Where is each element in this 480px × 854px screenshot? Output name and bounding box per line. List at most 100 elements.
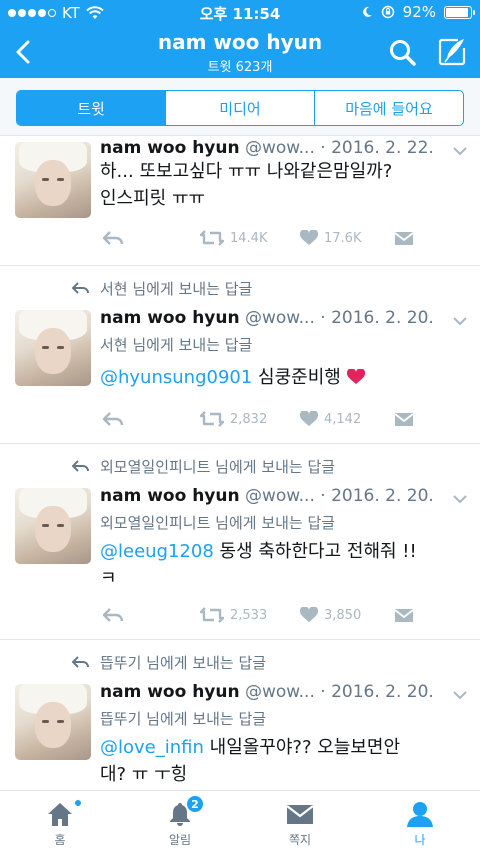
reply-icon <box>102 608 124 622</box>
rotation-lock-icon <box>381 5 394 19</box>
tweet-header: nam woo hyun @wow... · 2016. 2. 20. <box>100 308 464 328</box>
tweet-text: 하... 또보고싶다 ㅠㅠ 나와같은맘일까? 인스피릿 ㅠㅠ <box>100 158 456 212</box>
bottom-tab-bar: 홈 2 알림 쪽지 나 <box>0 790 480 854</box>
tweet-text-line: 동생 축하한다고 전해줘 !! <box>213 541 417 562</box>
tweet-date[interactable]: 2016. 2. 20. <box>331 308 434 328</box>
reply-icon <box>72 655 89 668</box>
envelope-icon <box>394 232 414 245</box>
separator: · <box>320 138 326 158</box>
tab-tweets[interactable]: 트윗 <box>17 91 166 125</box>
person-icon <box>407 802 433 827</box>
tweet-actions: 2,533 3,850 <box>100 607 440 629</box>
separator: · <box>320 486 326 506</box>
dm-share-button[interactable] <box>394 607 414 623</box>
reply-button[interactable] <box>102 411 124 427</box>
chevron-down-icon[interactable] <box>452 146 468 156</box>
dm-share-button[interactable] <box>394 230 414 246</box>
tweet-item[interactable]: nam woo hyun @wow... · 2016. 2. 22. 하...… <box>0 136 480 266</box>
avatar[interactable] <box>15 488 91 564</box>
retweet-button[interactable]: 2,832 <box>200 411 267 427</box>
mention-link[interactable]: @hyunsung0901 <box>100 367 252 388</box>
author-handle[interactable]: @wow... <box>245 486 315 506</box>
mention-link[interactable]: @leeug1208 <box>100 541 214 562</box>
tabbar-me[interactable]: 나 <box>360 791 480 854</box>
reply-context[interactable]: 서현 님에게 보내는 답글 <box>72 278 252 299</box>
chevron-down-icon[interactable] <box>452 494 468 504</box>
tweet-header: nam woo hyun @wow... · 2016. 2. 20. <box>100 682 464 702</box>
retweet-count: 2,832 <box>230 411 268 427</box>
like-button[interactable]: 3,850 <box>300 607 361 623</box>
reply-context[interactable]: 외모열일인피니트 님에게 보내는 답글 <box>72 456 335 477</box>
envelope-icon <box>286 805 314 824</box>
tweet-text-line: 심쿵준비행 <box>252 367 341 388</box>
retweet-icon <box>200 230 224 246</box>
retweet-count: 14.4K <box>230 230 268 246</box>
avatar[interactable] <box>15 142 91 218</box>
tweet-item[interactable]: 뜹뚜기 님에게 보내는 답글 nam woo hyun @wow... · 20… <box>0 640 480 790</box>
tweet-date[interactable]: 2016. 2. 20. <box>331 486 434 506</box>
replying-to-line[interactable]: 서현 님에게 보내는 답글 <box>100 334 252 355</box>
reply-context-text: 서현 님에게 보내는 답글 <box>100 280 253 298</box>
like-count: 3,850 <box>324 607 362 623</box>
author-name[interactable]: nam woo hyun <box>100 138 240 158</box>
reply-icon <box>72 281 89 294</box>
replying-to-line[interactable]: 뜹뚜기 님에게 보내는 답글 <box>100 708 266 729</box>
author-handle[interactable]: @wow... <box>245 138 315 158</box>
home-icon <box>48 803 72 826</box>
dm-share-button[interactable] <box>394 411 414 427</box>
compose-tweet-icon[interactable] <box>436 36 468 68</box>
tabbar-label: 나 <box>414 833 426 847</box>
tweet-text-line: 내일올꾸야?? 오늘보면안 <box>203 737 401 758</box>
tweet-text: @leeug1208 동생 축하한다고 전해줘 !! ㅋ <box>100 538 456 592</box>
mention-link[interactable]: @love_infin <box>100 737 204 758</box>
avatar[interactable] <box>15 684 91 760</box>
tweet-text: @love_infin 내일올꾸야?? 오늘보면안 대? ㅠ ㅜ힝 <box>100 734 456 788</box>
tabbar-label: 홈 <box>54 833 66 847</box>
author-name[interactable]: nam woo hyun <box>100 486 240 506</box>
reply-icon <box>72 459 89 472</box>
tabbar-messages[interactable]: 쪽지 <box>240 791 360 854</box>
reply-button[interactable] <box>102 607 124 623</box>
search-icon[interactable] <box>388 38 418 68</box>
tweet-header: nam woo hyun @wow... · 2016. 2. 20. <box>100 486 464 506</box>
chevron-down-icon[interactable] <box>452 316 468 326</box>
reply-context-text: 외모열일인피니트 님에게 보내는 답글 <box>100 458 336 476</box>
tab-likes[interactable]: 마음에 들어요 <box>315 91 463 125</box>
tabbar-notifications[interactable]: 2 알림 <box>120 791 240 854</box>
tabbar-home[interactable]: 홈 <box>0 791 120 854</box>
separator: · <box>320 682 326 702</box>
tweet-date[interactable]: 2016. 2. 20. <box>331 682 434 702</box>
tweet-date[interactable]: 2016. 2. 22. <box>331 138 434 158</box>
unread-dot <box>74 799 82 807</box>
retweet-icon <box>200 607 224 623</box>
author-handle[interactable]: @wow... <box>245 308 315 328</box>
moon-icon <box>362 6 372 17</box>
reply-button[interactable] <box>102 230 124 246</box>
envelope-icon <box>394 609 414 622</box>
tweet-text: @hyunsung0901 심쿵준비행 <box>100 364 456 391</box>
heart-icon <box>300 230 318 245</box>
tab-media[interactable]: 미디어 <box>166 91 315 125</box>
retweet-button[interactable]: 14.4K <box>200 230 267 246</box>
envelope-icon <box>394 413 414 426</box>
red-heart-emoji-icon <box>346 369 365 384</box>
like-button[interactable]: 4,142 <box>300 411 361 427</box>
author-name[interactable]: nam woo hyun <box>100 308 240 328</box>
chevron-down-icon[interactable] <box>452 690 468 700</box>
author-name[interactable]: nam woo hyun <box>100 682 240 702</box>
reply-context[interactable]: 뜹뚜기 님에게 보내는 답글 <box>72 652 266 673</box>
replying-to-line[interactable]: 외모열일인피니트 님에게 보내는 답글 <box>100 512 335 533</box>
like-button[interactable]: 17.6K <box>300 230 361 246</box>
battery-percent: 92% <box>402 3 436 21</box>
avatar[interactable] <box>15 310 91 386</box>
author-handle[interactable]: @wow... <box>245 682 315 702</box>
tweet-timeline[interactable]: nam woo hyun @wow... · 2016. 2. 22. 하...… <box>0 136 480 790</box>
segmented-control: 트윗 미디어 마음에 들어요 <box>16 90 464 126</box>
profile-tabs: 트윗 미디어 마음에 들어요 <box>0 78 480 136</box>
tweet-text-line: 인스피릿 ㅠㅠ <box>100 188 206 209</box>
tweet-text-line: ㅋ <box>100 568 117 589</box>
tabbar-label: 알림 <box>168 833 192 847</box>
tweet-item[interactable]: 서현 님에게 보내는 답글 nam woo hyun @wow... · 201… <box>0 266 480 444</box>
retweet-button[interactable]: 2,533 <box>200 607 267 623</box>
tweet-item[interactable]: 외모열일인피니트 님에게 보내는 답글 nam woo hyun @wow...… <box>0 444 480 640</box>
